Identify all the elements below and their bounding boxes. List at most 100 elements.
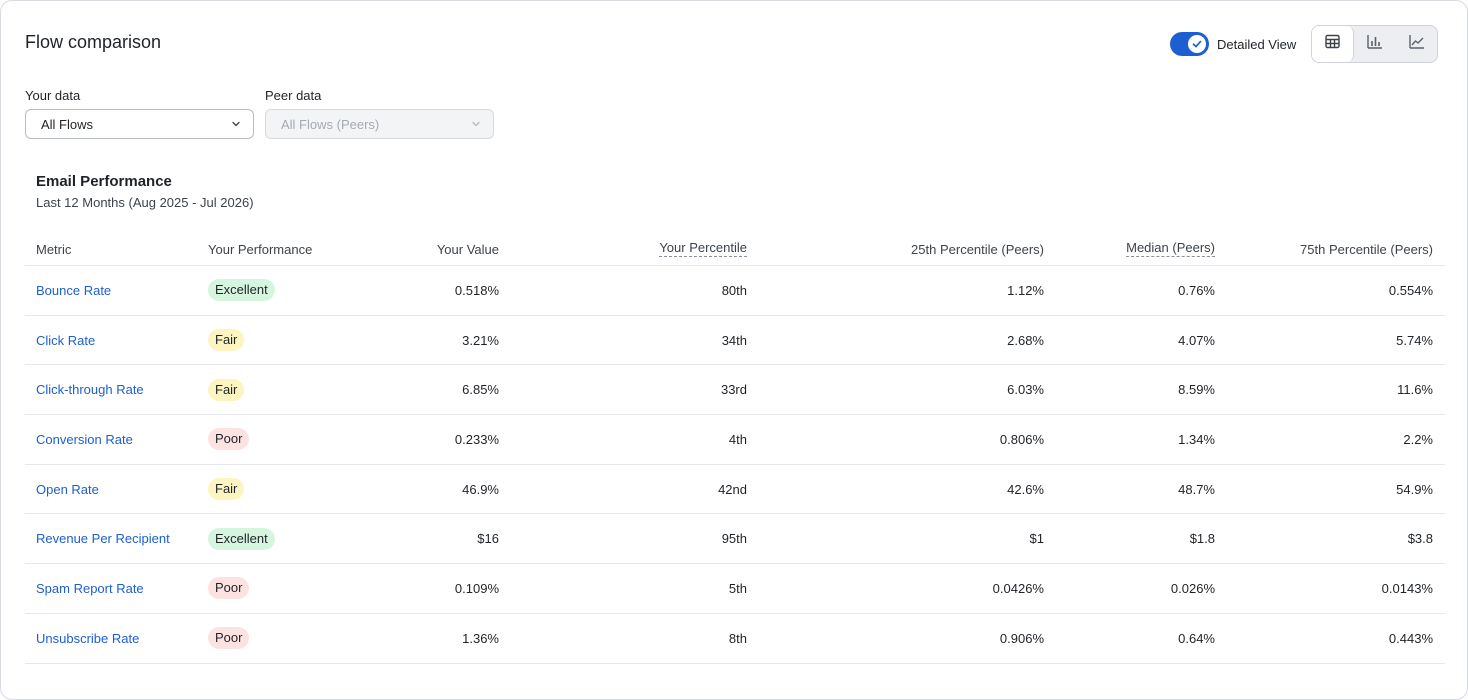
- table-row: Unsubscribe Rate Poor 1.36% 8th 0.906% 0.64% 0…: [25, 614, 1445, 664]
- percentile-cell: 80th: [721, 282, 747, 298]
- percentile-cell: 34th: [721, 332, 747, 348]
- detailed-view-label: Detailed View: [1217, 36, 1297, 52]
- peer-data-label: Peer data: [265, 88, 322, 103]
- metric-cell: Click Rate: [36, 316, 95, 365]
- p25-cell: 2.68%: [1007, 332, 1044, 348]
- status-badge: Poor: [208, 577, 250, 600]
- metric-cell: Click-through Rate: [36, 365, 144, 414]
- p25-cell: 1.12%: [1007, 282, 1044, 298]
- value-cell: 0.109%: [454, 580, 499, 596]
- bar-chart-icon: [1366, 33, 1383, 55]
- percentile-cell: 5th: [728, 580, 747, 596]
- check-icon: [1188, 35, 1206, 53]
- p75-cell: 2.2%: [1403, 431, 1433, 447]
- metric-link[interactable]: Conversion Rate: [36, 432, 133, 447]
- performance-cell: Excellent: [208, 514, 275, 563]
- table-row: Click Rate Fair 3.21% 34th 2.68% 4.07% 5.74%: [25, 316, 1445, 366]
- column-header-metric: Metric: [36, 241, 72, 257]
- table-header-row: Metric Your Performance Your Value Your …: [25, 233, 1445, 266]
- line-chart-view-button[interactable]: [1396, 26, 1437, 62]
- your-data-value: All Flows: [41, 116, 94, 132]
- column-header-median[interactable]: Median (Peers): [1126, 233, 1215, 265]
- metric-cell: Unsubscribe Rate: [36, 614, 139, 663]
- status-badge: Fair: [208, 478, 245, 501]
- percentile-cell: 95th: [721, 531, 747, 547]
- bar-chart-view-button[interactable]: [1354, 26, 1395, 62]
- your-data-label: Your data: [25, 88, 81, 103]
- p25-cell: 6.03%: [1007, 382, 1044, 398]
- p25-cell: 42.6%: [1007, 481, 1044, 497]
- performance-cell: Excellent: [208, 266, 275, 315]
- p75-cell: 0.443%: [1388, 630, 1433, 646]
- status-badge: Poor: [208, 428, 250, 451]
- your-data-select[interactable]: All Flows: [25, 109, 254, 139]
- p25-cell: 0.806%: [999, 431, 1044, 447]
- median-cell: 0.76%: [1178, 282, 1215, 298]
- performance-cell: Poor: [208, 415, 250, 464]
- p75-cell: $3.8: [1407, 531, 1433, 547]
- p25-cell: 0.0426%: [992, 580, 1044, 596]
- column-header-p75: 75th Percentile (Peers): [1300, 241, 1433, 257]
- metric-link[interactable]: Revenue Per Recipient: [36, 531, 170, 546]
- value-cell: 6.85%: [462, 382, 499, 398]
- table-view-button[interactable]: [1312, 26, 1355, 62]
- status-badge: Poor: [208, 627, 250, 650]
- performance-table: Metric Your Performance Your Value Your …: [25, 233, 1445, 664]
- p25-cell: $1: [1029, 531, 1044, 547]
- percentile-cell: 8th: [728, 630, 747, 646]
- p75-cell: 0.0143%: [1381, 580, 1433, 596]
- value-cell: 0.518%: [454, 282, 499, 298]
- table-row: Revenue Per Recipient Excellent $16 95th $1 $…: [25, 514, 1445, 565]
- value-cell: $16: [477, 531, 499, 547]
- median-cell: 8.59%: [1178, 382, 1215, 398]
- median-cell: 0.64%: [1178, 630, 1215, 646]
- percentile-cell: 42nd: [718, 481, 747, 497]
- detailed-view-toggle[interactable]: [1170, 32, 1209, 56]
- median-cell: 0.026%: [1170, 580, 1215, 596]
- column-header-value: Your Value: [436, 241, 499, 257]
- table-row: Bounce Rate Excellent 0.518% 80th 1.12% 0.76%…: [25, 266, 1445, 316]
- metric-cell: Conversion Rate: [36, 415, 133, 464]
- peer-data-select: All Flows (Peers): [265, 109, 494, 139]
- p25-cell: 0.906%: [999, 630, 1044, 646]
- metric-link[interactable]: Bounce Rate: [36, 283, 111, 298]
- performance-cell: Fair: [208, 465, 245, 514]
- performance-cell: Poor: [208, 564, 250, 613]
- table-row: Spam Report Rate Poor 0.109% 5th 0.0426% 0.02…: [25, 564, 1445, 614]
- detailed-view-control: Detailed View: [1170, 32, 1296, 56]
- median-cell: 4.07%: [1178, 332, 1215, 348]
- p75-cell: 54.9%: [1396, 481, 1433, 497]
- table-row: Open Rate Fair 46.9% 42nd 42.6% 48.7% 54.9%: [25, 465, 1445, 515]
- peer-data-value: All Flows (Peers): [281, 116, 380, 132]
- table-row: Click-through Rate Fair 6.85% 33rd 6.03% 8.59…: [25, 365, 1445, 416]
- chevron-down-icon: [471, 117, 481, 132]
- line-chart-icon: [1408, 33, 1425, 55]
- metric-link[interactable]: Open Rate: [36, 482, 99, 497]
- value-cell: 1.36%: [462, 630, 499, 646]
- performance-cell: Poor: [208, 614, 250, 663]
- view-switcher: [1311, 25, 1438, 63]
- metric-cell: Spam Report Rate: [36, 564, 144, 613]
- page-title: Flow comparison: [25, 32, 162, 52]
- metric-link[interactable]: Unsubscribe Rate: [36, 631, 139, 646]
- p75-cell: 11.6%: [1397, 382, 1433, 398]
- metric-link[interactable]: Spam Report Rate: [36, 581, 144, 596]
- section-subtitle: Last 12 Months (Aug 2025 - Jul 2026): [36, 195, 254, 210]
- metric-link[interactable]: Click-through Rate: [36, 382, 144, 397]
- metric-cell: Revenue Per Recipient: [36, 514, 170, 563]
- metric-link[interactable]: Click Rate: [36, 333, 95, 348]
- column-header-performance: Your Performance: [208, 241, 313, 257]
- status-badge: Fair: [208, 329, 245, 352]
- column-header-percentile[interactable]: Your Percentile: [659, 233, 747, 265]
- value-cell: 0.233%: [454, 431, 499, 447]
- median-cell: 1.34%: [1178, 431, 1215, 447]
- flow-comparison-card: Flow comparison Detailed View Your data: [0, 0, 1468, 700]
- status-badge: Excellent: [208, 279, 275, 302]
- status-badge: Fair: [208, 378, 245, 401]
- metric-cell: Bounce Rate: [36, 266, 111, 315]
- table-icon: [1324, 33, 1341, 55]
- value-cell: 3.21%: [462, 332, 499, 348]
- p75-cell: 0.554%: [1388, 282, 1433, 298]
- percentile-cell: 4th: [728, 431, 747, 447]
- median-cell: 48.7%: [1178, 481, 1215, 497]
